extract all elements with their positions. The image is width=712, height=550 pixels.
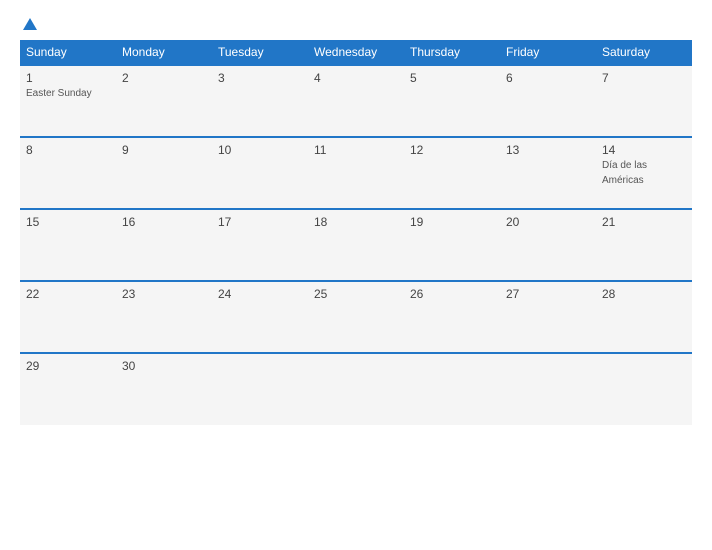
day-number: 16 [122,215,206,229]
calendar-cell: 11 [308,137,404,209]
calendar-cell: 6 [500,65,596,137]
week-row-5: 29 30 [20,353,692,425]
day-number: 27 [506,287,590,301]
day-number: 25 [314,287,398,301]
logo [20,18,37,30]
day-number: 1 [26,71,110,85]
weekday-header-friday: Friday [500,40,596,65]
calendar-cell: 9 [116,137,212,209]
day-number: 10 [218,143,302,157]
weekday-header-monday: Monday [116,40,212,65]
calendar-cell: 25 [308,281,404,353]
day-number: 8 [26,143,110,157]
weekday-header-row: SundayMondayTuesdayWednesdayThursdayFrid… [20,40,692,65]
calendar-cell [404,353,500,425]
header [20,18,692,30]
day-number: 20 [506,215,590,229]
calendar-cell: 8 [20,137,116,209]
day-number: 15 [26,215,110,229]
calendar-cell: 26 [404,281,500,353]
logo-blue-text [20,18,37,30]
weekday-header-sunday: Sunday [20,40,116,65]
day-number: 19 [410,215,494,229]
day-number: 23 [122,287,206,301]
calendar-cell: 10 [212,137,308,209]
calendar-cell [596,353,692,425]
calendar-cell: 15 [20,209,116,281]
day-number: 7 [602,71,686,85]
calendar-cell: 27 [500,281,596,353]
calendar-cell: 13 [500,137,596,209]
day-number: 6 [506,71,590,85]
calendar-cell: 29 [20,353,116,425]
calendar-cell: 3 [212,65,308,137]
day-number: 3 [218,71,302,85]
calendar-table: SundayMondayTuesdayWednesdayThursdayFrid… [20,40,692,425]
calendar-cell: 28 [596,281,692,353]
week-row-1: 1 Easter Sunday 234567 [20,65,692,137]
calendar-cell [212,353,308,425]
calendar-cell: 20 [500,209,596,281]
weekday-header-thursday: Thursday [404,40,500,65]
day-number: 24 [218,287,302,301]
holiday-label: Easter Sunday [26,88,92,99]
day-number: 21 [602,215,686,229]
calendar-cell: 30 [116,353,212,425]
day-number: 17 [218,215,302,229]
day-number: 14 [602,143,686,157]
calendar-cell: 18 [308,209,404,281]
day-number: 5 [410,71,494,85]
calendar-cell: 1 Easter Sunday [20,65,116,137]
day-number: 2 [122,71,206,85]
calendar-cell: 7 [596,65,692,137]
calendar-cell: 19 [404,209,500,281]
day-number: 22 [26,287,110,301]
logo-triangle-icon [23,18,37,30]
calendar-cell: 24 [212,281,308,353]
calendar-cell: 14 Día de las Américas [596,137,692,209]
calendar-cell: 21 [596,209,692,281]
day-number: 9 [122,143,206,157]
calendar-cell: 12 [404,137,500,209]
day-number: 11 [314,143,398,157]
day-number: 30 [122,359,206,373]
calendar-cell: 16 [116,209,212,281]
week-row-3: 15 16 17 18 19 20 21 [20,209,692,281]
calendar-cell: 5 [404,65,500,137]
week-row-4: 22 23 24 25 26 27 28 [20,281,692,353]
calendar-page: SundayMondayTuesdayWednesdayThursdayFrid… [0,0,712,550]
calendar-cell: 22 [20,281,116,353]
week-row-2: 89 10 11 12 13 14 Día de las Américas [20,137,692,209]
day-number: 4 [314,71,398,85]
day-number: 26 [410,287,494,301]
day-number: 13 [506,143,590,157]
calendar-cell: 4 [308,65,404,137]
day-number: 29 [26,359,110,373]
day-number: 12 [410,143,494,157]
day-number: 28 [602,287,686,301]
calendar-cell: 23 [116,281,212,353]
weekday-header-wednesday: Wednesday [308,40,404,65]
calendar-cell: 2 [116,65,212,137]
calendar-cell: 17 [212,209,308,281]
calendar-cell [500,353,596,425]
day-number: 18 [314,215,398,229]
weekday-header-tuesday: Tuesday [212,40,308,65]
calendar-cell [308,353,404,425]
weekday-header-saturday: Saturday [596,40,692,65]
holiday-label: Día de las Américas [602,160,647,186]
